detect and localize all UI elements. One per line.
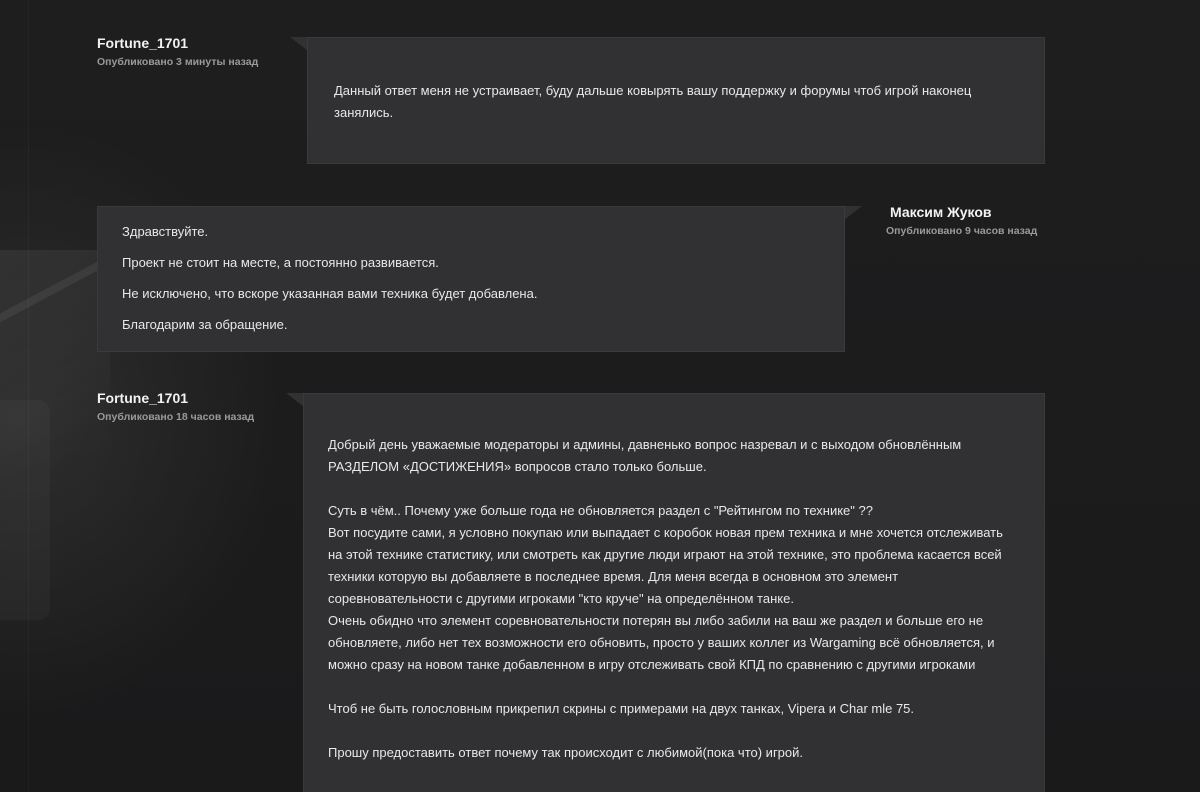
post-timestamp: Опубликовано 3 минуты назад xyxy=(97,56,259,68)
message-paragraph: Данный ответ меня не устраивает, буду да… xyxy=(334,83,972,120)
message-paragraph: Здравствуйте. xyxy=(122,224,209,239)
message-bubble: Здравствуйте. Проект не стоит на месте, … xyxy=(97,206,845,352)
post-timestamp: Опубликовано 9 часов назад xyxy=(886,225,1038,237)
message-paragraph: Чтоб не быть голословным прикрепил скрин… xyxy=(328,701,915,716)
message-paragraph: Благодарим за обращение. xyxy=(122,317,288,332)
bubble-tail xyxy=(286,393,304,407)
message-thread-page: Fortune_1701 Опубликовано 3 минуты назад… xyxy=(0,0,1200,792)
bubble-tail xyxy=(844,206,862,220)
bubble-tail xyxy=(290,37,308,51)
message-paragraph: Проект не стоит на месте, а постоянно ра… xyxy=(122,255,439,270)
message-bubble: Добрый день уважаемые модераторы и админ… xyxy=(303,393,1045,792)
message-paragraph: Прошу предоставить ответ почему так прои… xyxy=(328,745,804,760)
author-name[interactable]: Fortune_1701 xyxy=(97,390,188,406)
message-bubble: Данный ответ меня не устраивает, буду да… xyxy=(307,37,1045,164)
message-paragraph: Не исключено, что вскоре указанная вами … xyxy=(122,286,538,301)
author-name[interactable]: Максим Жуков xyxy=(890,204,992,220)
author-name[interactable]: Fortune_1701 xyxy=(97,35,188,51)
message-paragraph: Суть в чём.. Почему уже больше года не о… xyxy=(328,503,1003,672)
content-divider xyxy=(28,0,29,792)
message-paragraph: Добрый день уважаемые модераторы и админ… xyxy=(328,437,962,474)
background-tank-art xyxy=(0,250,110,630)
post-timestamp: Опубликовано 18 часов назад xyxy=(97,411,255,423)
